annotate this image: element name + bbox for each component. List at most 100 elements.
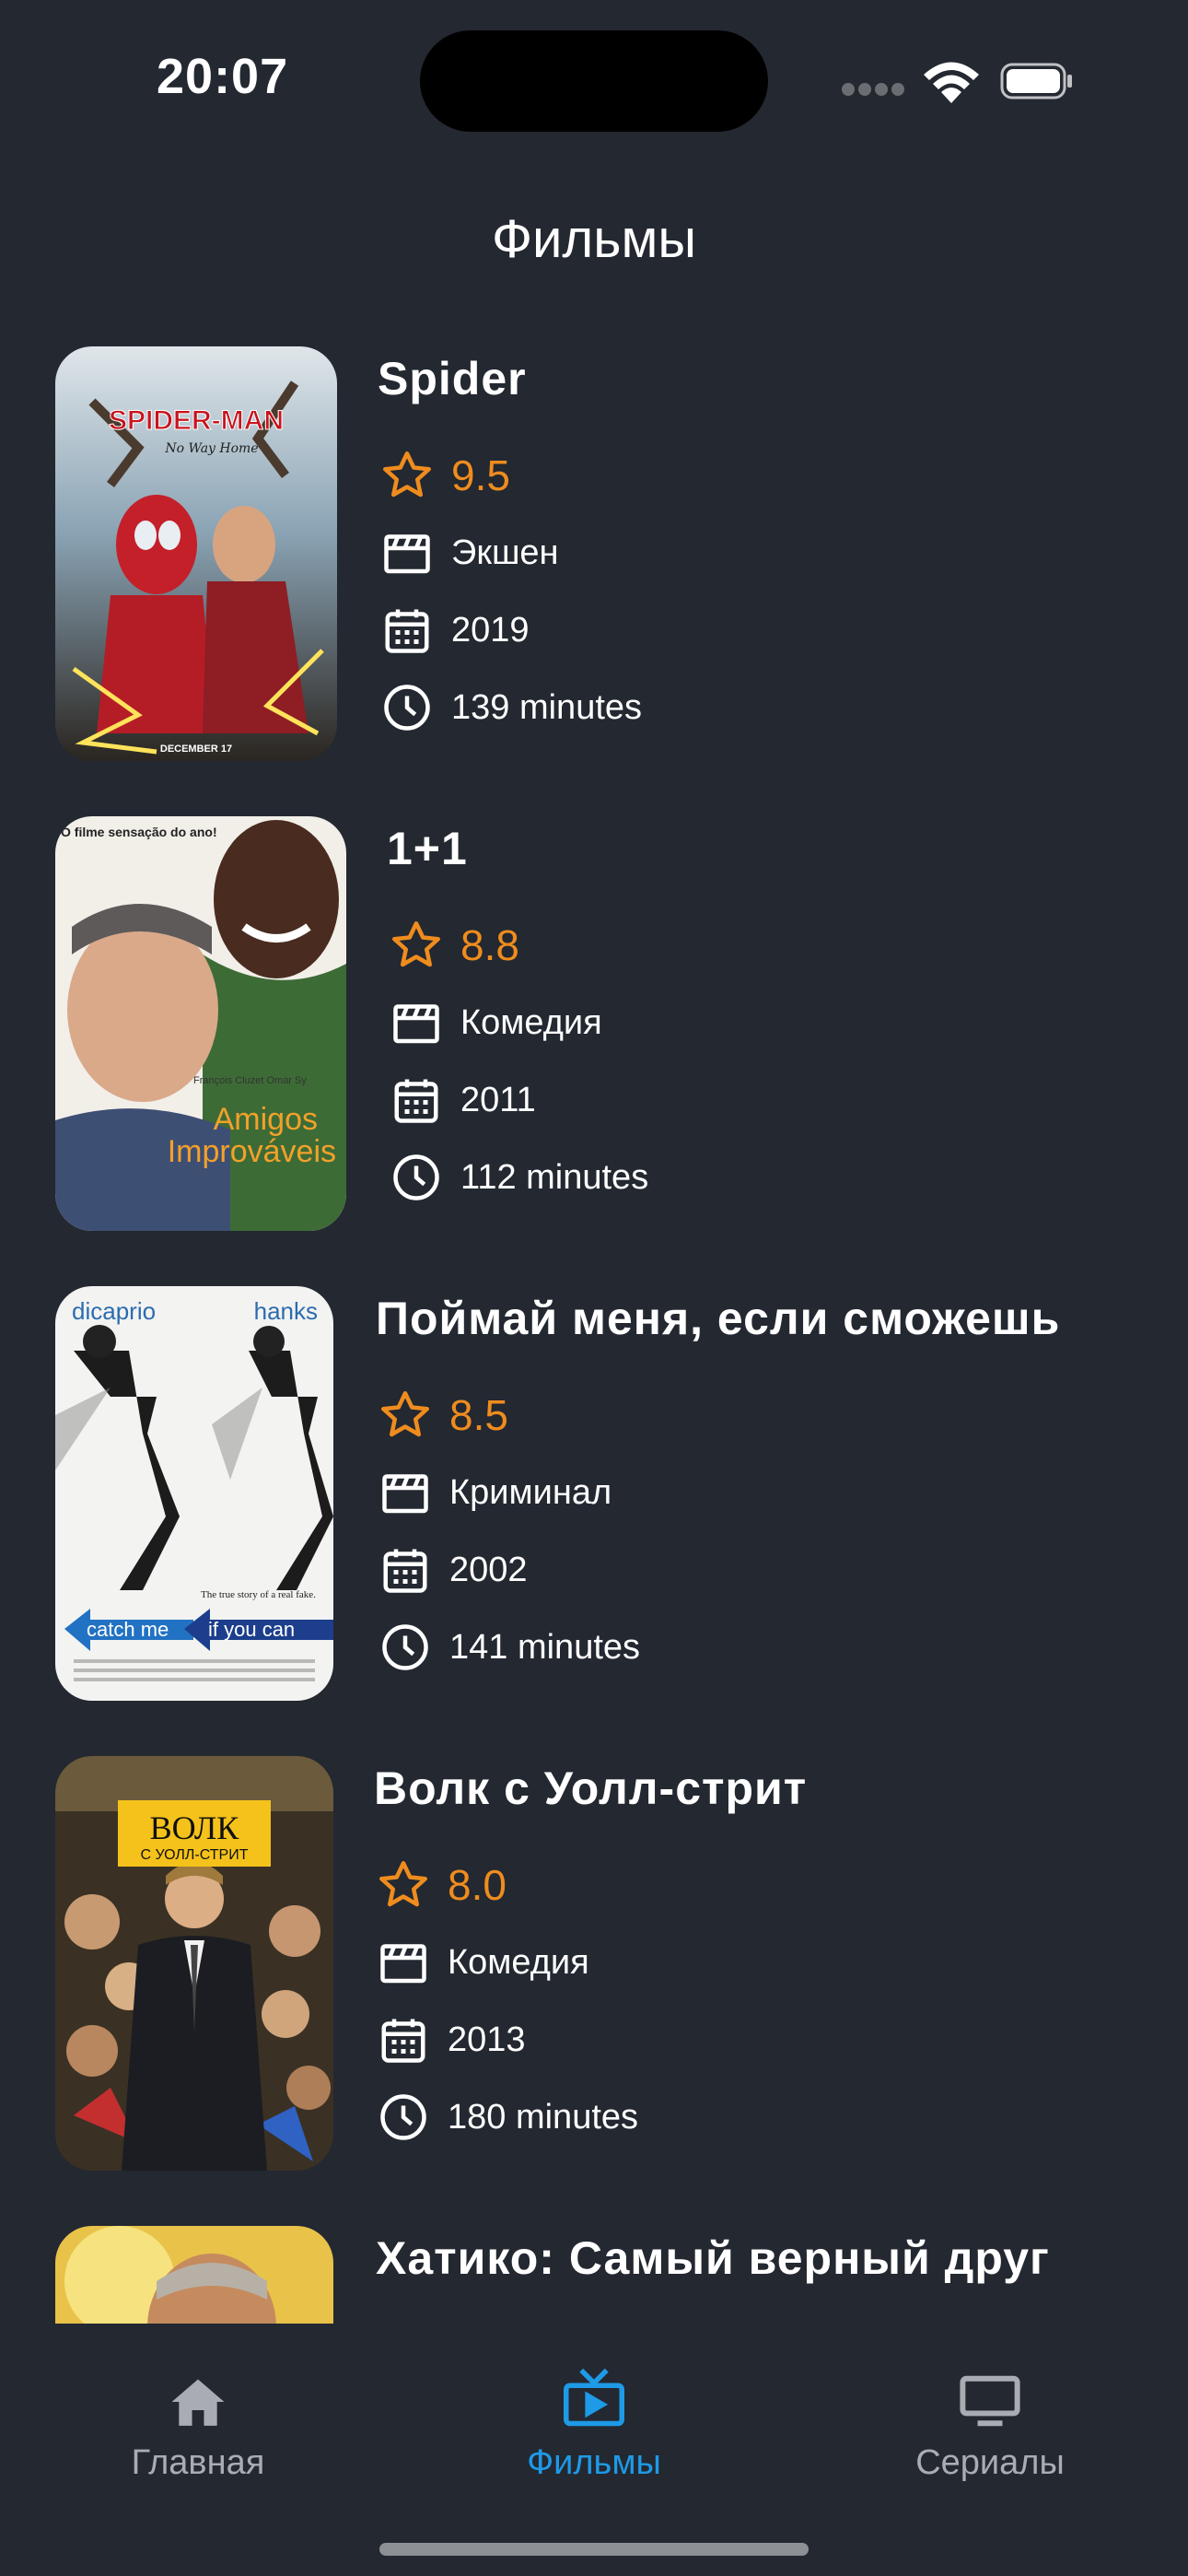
clock-icon xyxy=(374,2088,433,2147)
tab-label: Сериалы xyxy=(915,2443,1065,2482)
star-icon xyxy=(376,1386,435,1445)
status-bar: 20:07 xyxy=(0,0,1188,166)
poster-text: François Cluzet Omar Sy xyxy=(193,1075,307,1086)
movie-title: Поймай меня, если сможешь xyxy=(376,1293,1061,1344)
year-row: 2019 xyxy=(378,601,530,660)
poster-spider-man-image: SPIDER-MAN No Way Home DECEMBER 17 xyxy=(55,346,337,761)
duration-row: 112 minutes xyxy=(387,1148,648,1207)
clapperboard-icon xyxy=(378,523,437,582)
poster-text: Amigos xyxy=(214,1102,318,1137)
rating-row: 8.0 xyxy=(374,1856,507,1914)
duration: 139 minutes xyxy=(451,687,643,727)
dynamic-island xyxy=(420,30,768,132)
home-indicator[interactable] xyxy=(379,2543,809,2556)
poster-text: Improváveis xyxy=(168,1134,336,1169)
rating-row: 9.5 xyxy=(378,446,510,505)
poster-wolf-of-wall-street-image: ВОЛК С УОЛЛ-СТРИТ xyxy=(55,1756,333,2171)
clock-icon xyxy=(376,1618,435,1677)
tab-series[interactable]: Сериалы xyxy=(792,2346,1188,2483)
poster-text: if you can xyxy=(208,1618,295,1641)
tab-home[interactable]: Главная xyxy=(0,2346,396,2483)
poster-text: hanks xyxy=(254,1297,318,1325)
movie-item[interactable]: dicaprio hanks The true story of a real … xyxy=(0,1271,1188,1701)
duration: 112 minutes xyxy=(460,1157,649,1197)
rating-value: 8.8 xyxy=(460,921,519,969)
rating-value: 9.5 xyxy=(451,451,510,499)
rating-row: 8.8 xyxy=(387,916,519,975)
tab-movies[interactable]: Фильмы xyxy=(396,2346,792,2483)
poster-intouchables-image: O filme sensação do ano! François Cluzet… xyxy=(55,816,346,1231)
movie-title: Волк с Уолл-стрит xyxy=(374,1762,808,1814)
tab-label: Фильмы xyxy=(527,2443,661,2482)
poster-catch-me-image: dicaprio hanks The true story of a real … xyxy=(55,1286,333,1701)
poster-text: DECEMBER 17 xyxy=(160,744,232,755)
poster-hachiko-image xyxy=(55,2226,333,2324)
clock-icon xyxy=(378,678,437,737)
calendar-icon xyxy=(378,601,437,660)
page-title: Фильмы xyxy=(491,209,697,269)
year-row: 2002 xyxy=(376,1540,528,1599)
genre-row: Криминал xyxy=(376,1463,611,1522)
rating-row: 8.5 xyxy=(376,1386,508,1445)
year: 2011 xyxy=(460,1080,536,1119)
genre-row: Комедия xyxy=(374,1933,589,1992)
clapperboard-icon xyxy=(374,1933,433,1992)
poster-text: dicaprio xyxy=(72,1297,156,1325)
year: 2013 xyxy=(448,2020,526,2059)
rating-value: 8.5 xyxy=(449,1391,508,1439)
clapperboard-icon xyxy=(387,993,446,1052)
movie-title: Spider xyxy=(378,353,527,404)
movie-poster[interactable] xyxy=(55,2226,333,2324)
genre: Криминал xyxy=(449,1472,612,1512)
poster-text: С УОЛЛ-СТРИТ xyxy=(141,1847,249,1863)
movie-poster[interactable]: ВОЛК С УОЛЛ-СТРИТ xyxy=(55,1756,333,2171)
duration-row: 139 minutes xyxy=(378,678,642,737)
clapperboard-icon xyxy=(376,1463,435,1522)
movie-poster[interactable]: SPIDER-MAN No Way Home DECEMBER 17 xyxy=(55,346,337,761)
star-icon xyxy=(378,446,437,505)
calendar-icon xyxy=(387,1071,446,1130)
calendar-icon xyxy=(374,2010,433,2069)
movie-list[interactable]: SPIDER-MAN No Way Home DECEMBER 17 Spide… xyxy=(0,332,1188,2324)
movie-title: Хатико: Самый верный друг xyxy=(376,2232,1050,2284)
year: 2019 xyxy=(451,610,530,650)
movie-item[interactable]: Хатико: Самый верный друг xyxy=(0,2211,1188,2324)
monitor-icon xyxy=(960,2375,1020,2427)
year: 2002 xyxy=(449,1550,528,1589)
duration: 180 minutes xyxy=(448,2097,639,2137)
movie-poster[interactable]: O filme sensação do ano! François Cluzet… xyxy=(55,816,346,1231)
house-icon xyxy=(171,2379,225,2426)
poster-text: No Way Home xyxy=(164,441,258,456)
poster-text: SPIDER-MAN xyxy=(109,405,284,436)
movie-title: 1+1 xyxy=(387,823,468,874)
genre-row: Экшен xyxy=(378,523,559,582)
duration-row: 141 minutes xyxy=(376,1618,640,1677)
movie-item[interactable]: O filme sensação do ano! François Cluzet… xyxy=(0,802,1188,1231)
movie-item[interactable]: SPIDER-MAN No Way Home DECEMBER 17 Spide… xyxy=(0,332,1188,761)
status-time: 20:07 xyxy=(157,49,289,104)
year-row: 2011 xyxy=(387,1071,536,1130)
movie-poster[interactable]: dicaprio hanks The true story of a real … xyxy=(55,1286,333,1701)
tab-bar: Главная Фильмы Сериалы xyxy=(0,2324,1188,2576)
poster-text: catch me xyxy=(87,1618,169,1641)
rating-value: 8.0 xyxy=(448,1861,507,1909)
poster-text: ВОЛК xyxy=(150,1809,240,1846)
genre-row: Комедия xyxy=(387,993,602,1052)
movie-item[interactable]: ВОЛК С УОЛЛ-СТРИТ Волк с Уолл-стрит 8.0 … xyxy=(0,1741,1188,2171)
star-icon xyxy=(374,1856,433,1914)
star-icon xyxy=(387,916,446,975)
tab-label: Главная xyxy=(131,2443,265,2482)
duration-row: 180 minutes xyxy=(374,2088,638,2147)
wifi-icon xyxy=(924,62,979,103)
genre: Комедия xyxy=(448,1942,589,1982)
genre: Экшен xyxy=(451,533,559,572)
tv-play-icon xyxy=(564,2368,624,2427)
calendar-icon xyxy=(376,1540,435,1599)
cellular-signal-icon xyxy=(842,83,904,96)
duration: 141 minutes xyxy=(449,1627,641,1667)
poster-text: The true story of a real fake. xyxy=(201,1589,316,1600)
clock-icon xyxy=(387,1148,446,1207)
poster-text: O filme sensação do ano! xyxy=(61,825,217,839)
battery-icon xyxy=(1000,63,1072,100)
year-row: 2013 xyxy=(374,2010,526,2069)
